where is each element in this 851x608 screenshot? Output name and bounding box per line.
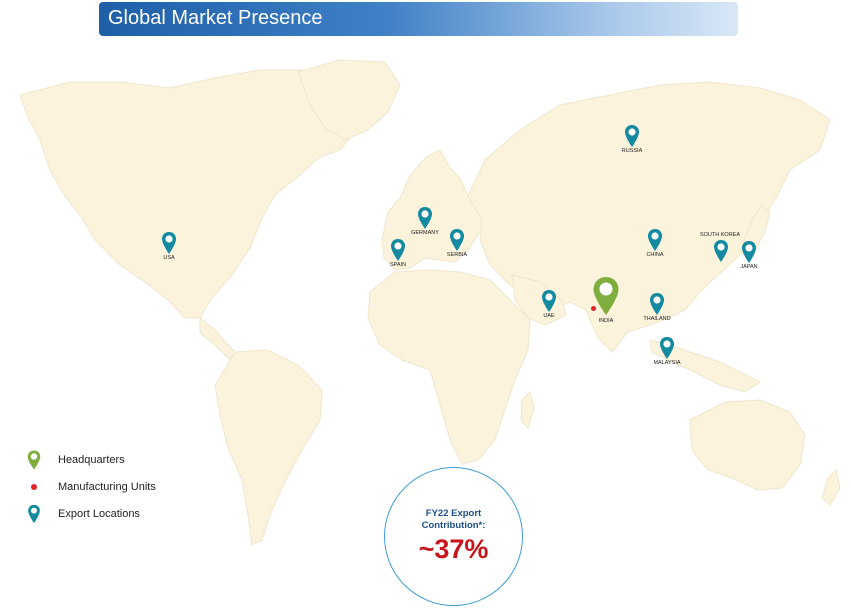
export-pin-icon bbox=[625, 125, 639, 147]
export-contribution-callout: FY22 Export Contribution*: ~37% bbox=[384, 467, 523, 606]
export-contribution-value: ~37% bbox=[418, 534, 489, 564]
export-pin-usa[interactable] bbox=[161, 231, 177, 255]
export-pin-uae[interactable] bbox=[541, 289, 557, 313]
hq-pin-icon bbox=[593, 277, 619, 315]
export-contribution-label: FY22 Export Contribution*: bbox=[385, 508, 522, 532]
location-label-thailand: THAILAND bbox=[643, 316, 671, 322]
export-pin-icon bbox=[162, 232, 176, 254]
location-label-china: CHINA bbox=[646, 252, 664, 258]
location-label-india: INDIA bbox=[598, 318, 614, 324]
landmass-madagascar bbox=[520, 391, 535, 430]
page-title: Global Market Presence bbox=[108, 7, 323, 29]
export-contribution-label-line2: Contribution*: bbox=[421, 520, 486, 531]
manufacturing-unit-dot bbox=[591, 306, 596, 311]
landmass-africa bbox=[367, 269, 531, 465]
legend-item-export: Export Locations bbox=[24, 504, 140, 524]
landmass-north-america bbox=[19, 69, 361, 319]
market-presence-slide: Global Market Presence USA GERMANY SPAIN… bbox=[0, 0, 851, 608]
legend-item-headquarters: Headquarters bbox=[24, 450, 125, 470]
hq-pin-icon bbox=[24, 450, 44, 470]
location-label-russia: RUSSIA bbox=[621, 148, 643, 154]
export-pin-spain[interactable] bbox=[390, 238, 406, 262]
export-pin-russia[interactable] bbox=[624, 124, 640, 148]
location-label-serbia: SERBIA bbox=[446, 252, 468, 258]
export-pin-icon bbox=[660, 337, 674, 359]
export-contribution-label-line1: FY22 Export bbox=[425, 508, 482, 519]
title-bar: Global Market Presence bbox=[99, 2, 738, 36]
export-pin-icon bbox=[24, 504, 44, 524]
location-label-usa: USA bbox=[163, 255, 175, 261]
location-label-uae: UAE bbox=[543, 313, 555, 319]
export-pin-china[interactable] bbox=[647, 228, 663, 252]
location-label-malaysia: MALAYSIA bbox=[653, 360, 681, 366]
location-label-japan: JAPAN bbox=[740, 264, 758, 270]
export-pin-icon bbox=[450, 229, 464, 251]
export-pin-icon bbox=[542, 290, 556, 312]
export-pin-icon bbox=[648, 229, 662, 251]
export-pin-icon bbox=[391, 239, 405, 261]
legend-label: Export Locations bbox=[58, 508, 140, 520]
legend-label: Manufacturing Units bbox=[58, 481, 156, 493]
location-label-germany: GERMANY bbox=[411, 230, 439, 236]
manufacturing-dot-icon bbox=[24, 484, 44, 490]
landmass-south-america bbox=[214, 349, 323, 546]
export-pin-serbia[interactable] bbox=[449, 228, 465, 252]
landmass-central-america bbox=[199, 316, 239, 361]
export-pin-germany[interactable] bbox=[417, 206, 433, 230]
landmass-new-zealand bbox=[821, 469, 841, 506]
location-label-south-korea: SOUTH KOREA bbox=[699, 232, 741, 238]
legend-label: Headquarters bbox=[58, 454, 125, 466]
legend-item-manufacturing: Manufacturing Units bbox=[24, 477, 156, 497]
export-pin-thailand[interactable] bbox=[649, 292, 665, 316]
export-pin-icon bbox=[714, 240, 728, 262]
export-pin-japan[interactable] bbox=[741, 240, 757, 264]
location-label-spain: SPAIN bbox=[389, 262, 407, 268]
export-pin-south-korea[interactable] bbox=[713, 239, 729, 263]
export-pin-icon bbox=[418, 207, 432, 229]
export-pin-icon bbox=[650, 293, 664, 315]
export-pin-malaysia[interactable] bbox=[659, 336, 675, 360]
export-pin-icon bbox=[742, 241, 756, 263]
landmass-australia bbox=[689, 399, 806, 491]
headquarters-pin-india[interactable] bbox=[592, 276, 620, 316]
